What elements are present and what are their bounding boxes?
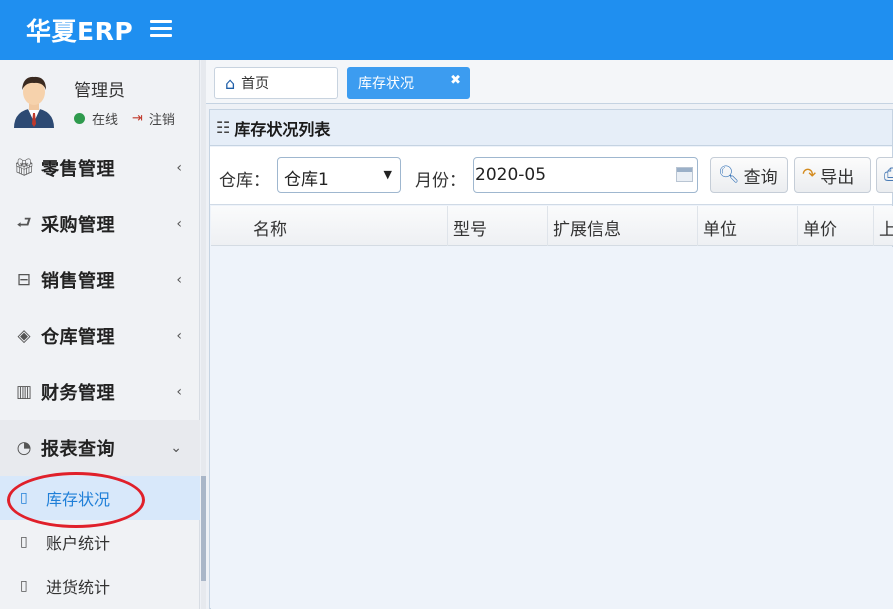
notebook-icon: ▯ bbox=[20, 490, 28, 506]
gift-icon: 🎁︎ bbox=[13, 158, 35, 178]
table-header: 名称 型号 扩展信息 单位 单价 上 bbox=[211, 206, 893, 246]
chevron-down-icon: ⌄ bbox=[170, 440, 182, 456]
month-label: 月份： bbox=[415, 171, 466, 191]
pie-chart-icon: ◔ bbox=[16, 438, 32, 458]
print-icon: ⎙ bbox=[884, 165, 893, 185]
export-button-label: 导出 bbox=[820, 167, 855, 188]
list-icon: ☷ bbox=[216, 118, 231, 137]
query-button[interactable]: 🔍︎ 查询 bbox=[710, 157, 788, 193]
dropdown-arrow-icon: ▼ bbox=[383, 168, 392, 181]
online-status-icon bbox=[74, 113, 85, 124]
notebook-icon: ▯ bbox=[20, 578, 28, 594]
month-input-value: 2020-05 bbox=[475, 165, 547, 185]
sidebar-item-retail[interactable]: 🎁︎ 零售管理 ‹ bbox=[0, 140, 200, 196]
chevron-left-icon: ‹ bbox=[176, 272, 182, 288]
cart-icon: ⮐ bbox=[16, 212, 32, 233]
print-button[interactable]: ⎙ bbox=[876, 157, 893, 193]
user-name: 管理员 bbox=[74, 81, 125, 101]
sidebar-subitem-purchase-stats[interactable]: ▯ 进货统计 bbox=[0, 564, 200, 608]
sidebar-item-label: 零售管理 bbox=[41, 159, 115, 180]
sidebar-subitem-label: 账户统计 bbox=[46, 534, 111, 553]
sidebar-item-label: 报表查询 bbox=[41, 439, 115, 460]
sidebar-subitem-label: 进货统计 bbox=[46, 578, 111, 597]
chevron-left-icon: ‹ bbox=[176, 384, 182, 400]
column-header-extra-info[interactable]: 扩展信息 bbox=[548, 206, 698, 246]
main-content: ⌂ 首页 库存状况 ✖ ☷ 库存状况列表 仓库： 仓库1 ▼ 月份： 2020-… bbox=[206, 60, 893, 609]
sidebar-item-purchase[interactable]: ⮐ 采购管理 ‹ bbox=[0, 196, 200, 252]
chevron-left-icon: ‹ bbox=[176, 328, 182, 344]
chevron-left-icon: ‹ bbox=[176, 160, 182, 176]
app-logo[interactable]: 华夏ERP bbox=[26, 12, 133, 48]
tab-label: 首页 bbox=[241, 76, 270, 92]
tab-inventory-status[interactable]: 库存状况 ✖ bbox=[347, 67, 470, 99]
column-header-partial[interactable]: 上 bbox=[874, 206, 893, 246]
table-body bbox=[211, 247, 893, 609]
export-arrow-icon: ↷ bbox=[802, 165, 817, 185]
sidebar-item-sales[interactable]: ⊟ 销售管理 ‹ bbox=[0, 252, 200, 308]
warehouse-select-value: 仓库1 bbox=[284, 170, 329, 190]
sidebar-item-finance[interactable]: ▥ 财务管理 ‹ bbox=[0, 364, 200, 420]
warehouse-select[interactable]: 仓库1 ▼ bbox=[277, 157, 401, 193]
sidebar: 管理员 在线 ⇥ 注销 🎁︎ 零售管理 ‹ ⮐ 采购管理 ‹ ⊟ 销售管理 ‹ … bbox=[0, 60, 200, 609]
notebook-icon: ▯ bbox=[20, 534, 28, 550]
chevron-left-icon: ‹ bbox=[176, 216, 182, 232]
close-icon[interactable]: ✖ bbox=[450, 73, 461, 88]
tab-label: 库存状况 bbox=[358, 76, 414, 92]
export-button[interactable]: ↷ 导出 bbox=[794, 157, 871, 193]
column-header-model[interactable]: 型号 bbox=[448, 206, 548, 246]
avatar bbox=[14, 76, 54, 128]
sidebar-item-label: 仓库管理 bbox=[41, 327, 115, 348]
logout-icon[interactable]: ⇥ bbox=[132, 111, 143, 126]
briefcase-icon: ⊟ bbox=[16, 270, 32, 290]
query-button-label: 查询 bbox=[743, 167, 778, 188]
user-status: 在线 ⇥ 注销 bbox=[74, 109, 175, 128]
sidebar-item-label: 采购管理 bbox=[41, 215, 115, 236]
sidebar-item-label: 财务管理 bbox=[41, 383, 115, 404]
month-input[interactable]: 2020-05 bbox=[473, 157, 698, 193]
home-icon: ⌂ bbox=[225, 73, 236, 93]
warehouse-label: 仓库： bbox=[219, 171, 270, 191]
sidebar-item-label: 销售管理 bbox=[41, 271, 115, 292]
sidebar-subitem-account-stats[interactable]: ▯ 账户统计 bbox=[0, 520, 200, 564]
search-icon: 🔍︎ bbox=[718, 165, 740, 185]
panel-header: ☷ 库存状况列表 bbox=[210, 110, 892, 146]
user-panel: 管理员 在线 ⇥ 注销 bbox=[0, 60, 200, 140]
logout-link[interactable]: 注销 bbox=[149, 109, 175, 128]
book-icon: ▥ bbox=[15, 382, 33, 402]
online-status-label: 在线 bbox=[92, 113, 119, 128]
filter-toolbar: 仓库： 仓库1 ▼ 月份： 2020-05 🔍︎ 查询 ↷ 导出 ⎙ bbox=[210, 147, 893, 205]
inventory-panel: ☷ 库存状况列表 仓库： 仓库1 ▼ 月份： 2020-05 🔍︎ 查询 ↷ 导… bbox=[209, 109, 893, 609]
sidebar-subitem-inventory-status[interactable]: ▯ 库存状况 bbox=[0, 476, 200, 520]
sidebar-item-warehouse[interactable]: ◈ 仓库管理 ‹ bbox=[0, 308, 200, 364]
top-header: 华夏ERP bbox=[0, 0, 893, 60]
sidebar-subitem-label: 库存状况 bbox=[46, 490, 111, 509]
sidebar-item-reports[interactable]: ◔ 报表查询 ⌄ bbox=[0, 420, 200, 476]
tab-home[interactable]: ⌂ 首页 bbox=[214, 67, 338, 99]
layers-icon: ◈ bbox=[17, 326, 31, 346]
tabs-bar: ⌂ 首页 库存状况 ✖ bbox=[206, 60, 893, 104]
menu-toggle-icon[interactable] bbox=[150, 20, 172, 38]
calendar-icon[interactable] bbox=[676, 167, 693, 182]
column-header-price[interactable]: 单价 bbox=[798, 206, 874, 246]
column-header-unit[interactable]: 单位 bbox=[698, 206, 798, 246]
panel-title: 库存状况列表 bbox=[234, 119, 331, 139]
column-header-name[interactable]: 名称 bbox=[211, 206, 448, 246]
